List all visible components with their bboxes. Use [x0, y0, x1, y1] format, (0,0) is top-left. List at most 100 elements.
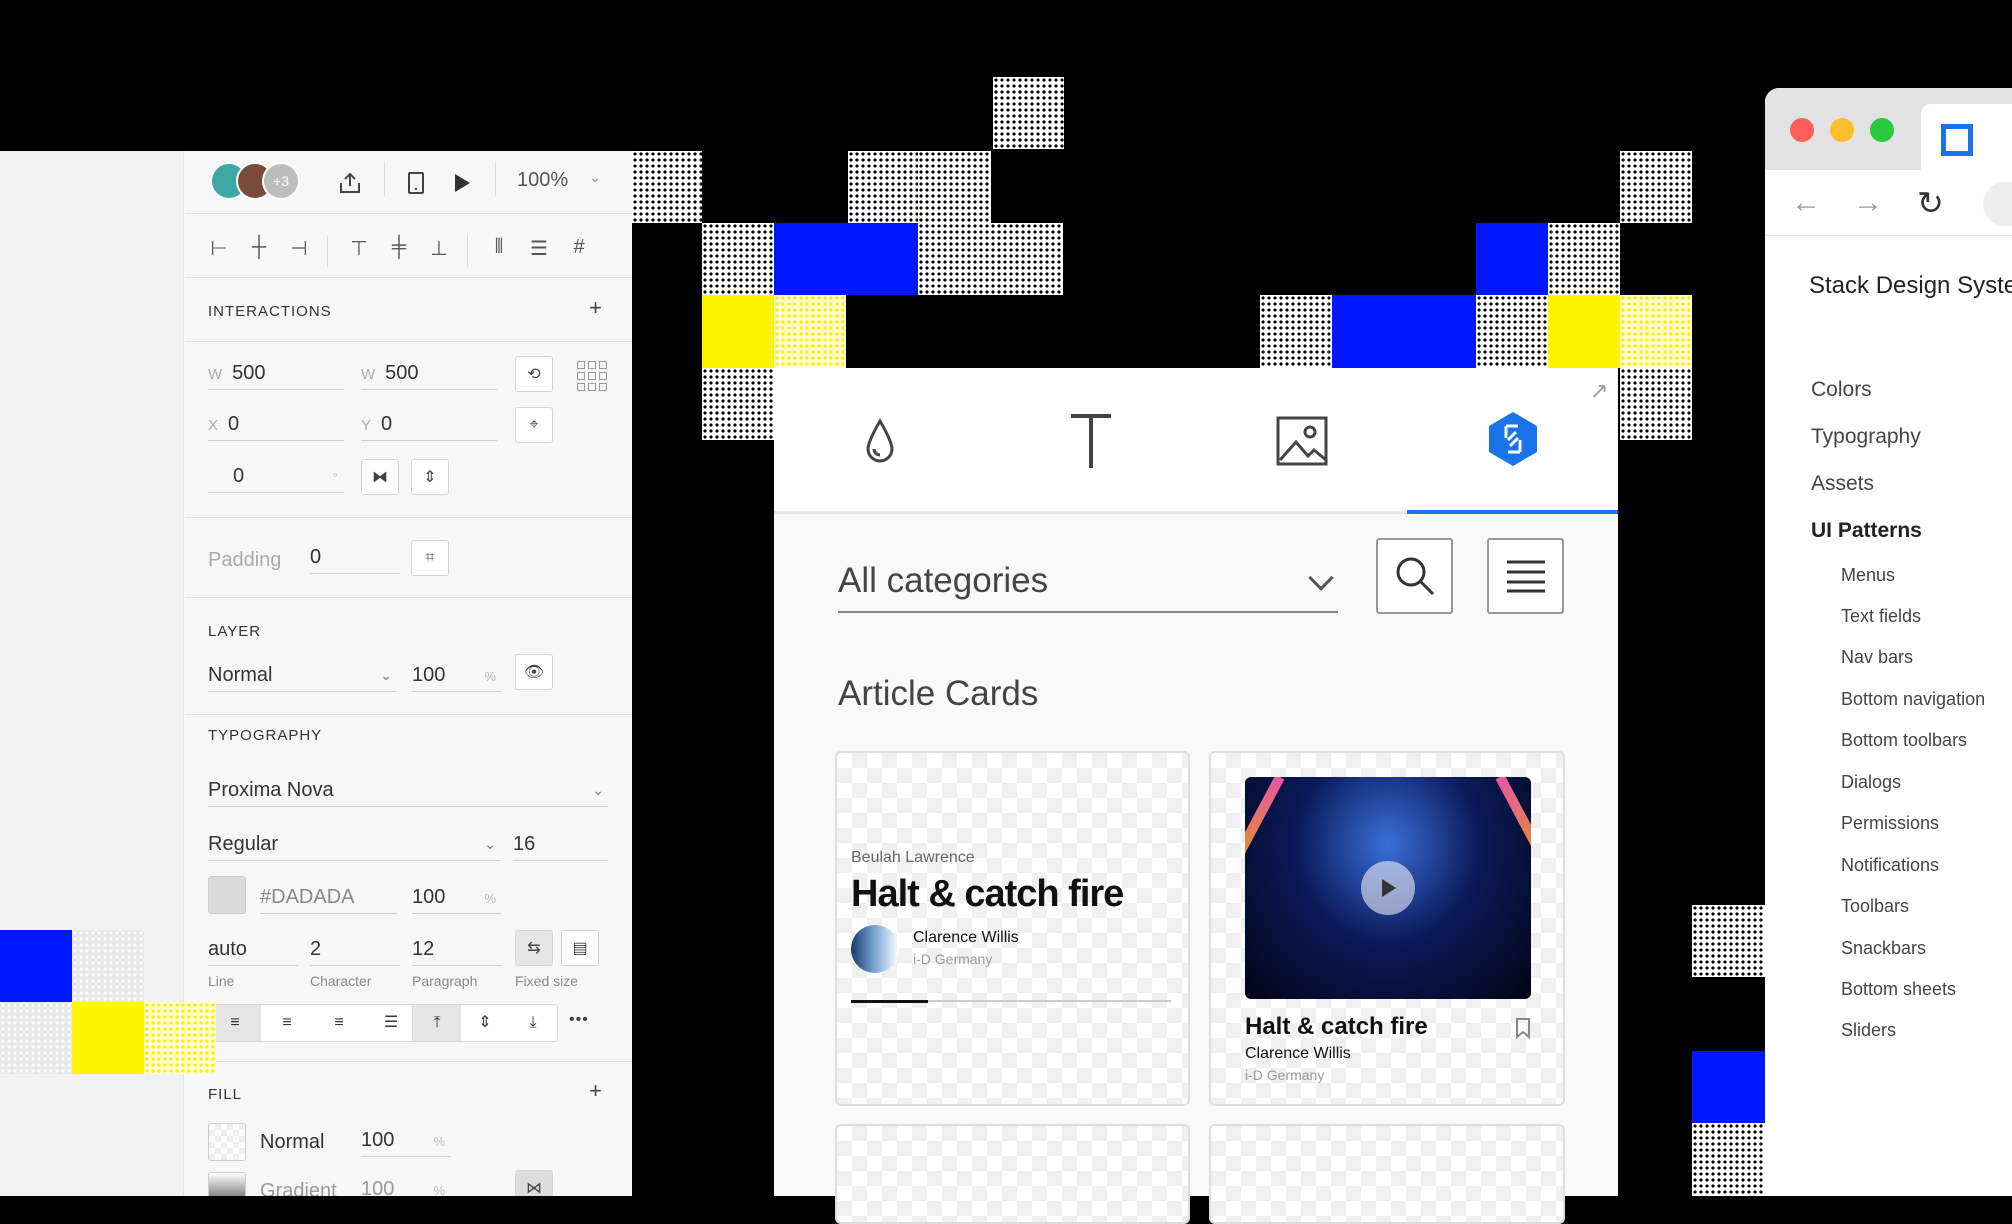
more-options-icon[interactable]: ••• — [569, 1011, 589, 1029]
expand-icon[interactable]: ↗ — [1590, 378, 1608, 404]
layer-opacity-field[interactable]: 100% — [412, 658, 502, 692]
align-top-icon[interactable]: ⊤ — [345, 236, 373, 261]
gradient-swatch[interactable] — [208, 1172, 246, 1196]
article-card-3[interactable] — [835, 1124, 1190, 1224]
article-card-4[interactable] — [1209, 1124, 1565, 1224]
nav-subitem[interactable]: Bottom navigation — [1841, 689, 1985, 710]
section-title: Article Cards — [838, 674, 1039, 713]
nav-item-typography[interactable]: Typography — [1811, 425, 1921, 449]
device-icon[interactable] — [407, 171, 425, 195]
align-right-icon[interactable]: ⊣ — [285, 236, 313, 261]
maximize-window-button[interactable] — [1870, 118, 1894, 142]
align-center-h-icon[interactable]: ┼ — [245, 236, 273, 259]
nav-subitem[interactable]: Notifications — [1841, 855, 1939, 876]
line-height-value: auto — [208, 938, 247, 960]
close-window-button[interactable] — [1790, 118, 1814, 142]
valign-middle-icon[interactable]: ⇕ — [461, 1005, 509, 1041]
nav-subitem[interactable]: Text fields — [1841, 606, 1921, 627]
align-toolbar: ⊢ ┼ ⊣ ⊤ ╪ ⊥ ⫴ ☰ # — [205, 231, 615, 271]
text-opacity-field[interactable]: 100% — [412, 880, 502, 914]
eye-icon[interactable]: 👁 — [515, 654, 553, 690]
chevron-down-icon: ⌄ — [484, 836, 496, 852]
bookmark-icon[interactable] — [1515, 1017, 1531, 1040]
line-height-field[interactable]: auto — [208, 932, 298, 966]
nav-item-colors[interactable]: Colors — [1811, 378, 1872, 402]
minimize-window-button[interactable] — [1830, 118, 1854, 142]
nav-subitem[interactable]: Bottom toolbars — [1841, 730, 1967, 751]
article-card-2[interactable]: Halt & catch fire Clarence Willis i-D Ge… — [1209, 751, 1565, 1106]
y-field[interactable]: Y0 — [361, 407, 497, 441]
back-icon[interactable]: ← — [1791, 186, 1821, 220]
pin-icon[interactable]: ⌖ — [515, 407, 553, 443]
constrain-icon[interactable]: ⟲ — [515, 356, 553, 392]
fixed-size-icon[interactable]: ▤ — [561, 930, 599, 966]
width-field[interactable]: W 500 — [208, 356, 344, 390]
font-size-field[interactable]: 16 — [513, 827, 608, 861]
add-interaction-button[interactable]: + — [589, 295, 602, 321]
align-text-center-icon[interactable]: ≡ — [261, 1005, 313, 1041]
auto-width-icon[interactable]: ⇆ — [515, 930, 553, 966]
nav-subitem[interactable]: Menus — [1841, 565, 1895, 586]
font-family-select[interactable]: Proxima Nova ⌄ — [208, 773, 608, 807]
valign-top-icon[interactable]: ⤒ — [413, 1005, 461, 1041]
resize-grid-icon[interactable] — [577, 361, 607, 391]
category-select[interactable]: All categories — [838, 551, 1338, 613]
rotation-field[interactable]: 0 ° — [208, 459, 344, 493]
address-bar[interactable] — [1983, 182, 2012, 226]
text-color-field[interactable]: #DADADA — [260, 880, 398, 914]
gradient-opacity-field[interactable]: 100% — [361, 1172, 451, 1196]
nav-subitem[interactable]: Permissions — [1841, 813, 1939, 834]
nav-subitem[interactable]: Bottom sheets — [1841, 979, 1956, 1000]
font-weight-select[interactable]: Regular ⌄ — [208, 827, 500, 861]
zoom-select[interactable]: 100% ⌄ — [517, 169, 607, 197]
list-view-button[interactable] — [1487, 538, 1564, 614]
padding-field[interactable]: 0 — [310, 540, 400, 574]
text-color-swatch[interactable] — [208, 876, 246, 914]
distribute-h-icon[interactable]: ⫴ — [485, 236, 513, 259]
nav-subitem[interactable]: Snackbars — [1841, 938, 1926, 959]
nav-item-ui-patterns[interactable]: UI Patterns — [1811, 519, 1922, 543]
flip-vertical-icon[interactable]: ⇕ — [411, 459, 449, 495]
fill-swatch[interactable] — [208, 1123, 246, 1161]
align-text-left-icon[interactable]: ≡ — [209, 1005, 261, 1041]
align-text-justify-icon[interactable]: ☰ — [365, 1005, 417, 1041]
nav-subitem[interactable]: Toolbars — [1841, 896, 1909, 917]
grid-icon[interactable]: # — [565, 236, 593, 259]
play-button[interactable] — [1361, 861, 1415, 915]
nav-subitem[interactable]: Sliders — [1841, 1020, 1896, 1041]
tab-images[interactable] — [1196, 368, 1407, 514]
gradient-options-icon[interactable]: ⋈ — [515, 1170, 553, 1196]
valign-bottom-icon[interactable]: ⤓ — [509, 1005, 557, 1041]
nav-subitem[interactable]: Nav bars — [1841, 647, 1913, 668]
add-fill-button[interactable]: + — [589, 1078, 602, 1104]
search-button[interactable] — [1376, 538, 1453, 614]
tab-components[interactable] — [1407, 368, 1618, 514]
paragraph-spacing-field[interactable]: 12 — [412, 932, 502, 966]
forward-icon[interactable]: → — [1853, 186, 1883, 220]
height-field[interactable]: W 500 — [361, 356, 497, 390]
padding-options-icon[interactable]: ⌗ — [411, 540, 449, 576]
article-card-1[interactable]: Beulah Lawrence Halt & catch fire Claren… — [835, 751, 1190, 1106]
align-text-right-icon[interactable]: ≡ — [313, 1005, 365, 1041]
percent-unit: % — [484, 669, 496, 684]
align-middle-icon[interactable]: ╪ — [385, 236, 413, 259]
reload-icon[interactable]: ↻ — [1917, 184, 1944, 222]
share-icon[interactable] — [337, 171, 363, 195]
flip-horizontal-icon[interactable]: ⧓ — [361, 459, 399, 495]
align-bottom-icon[interactable]: ⊥ — [425, 236, 453, 261]
char-spacing-field[interactable]: 2 — [310, 932, 400, 966]
play-icon[interactable] — [452, 172, 472, 194]
fill-opacity-field[interactable]: 100% — [361, 1123, 451, 1157]
video-thumbnail[interactable] — [1245, 777, 1531, 999]
nav-subitem[interactable]: Dialogs — [1841, 772, 1901, 793]
tab-colors[interactable] — [774, 368, 985, 514]
blend-mode-select[interactable]: Normal ⌄ — [208, 658, 396, 692]
card-progress-fill — [851, 1000, 928, 1003]
align-left-icon[interactable]: ⊢ — [205, 236, 233, 261]
browser-tab[interactable] — [1921, 104, 2012, 170]
distribute-v-icon[interactable]: ☰ — [525, 236, 553, 261]
collaborator-avatars[interactable]: +3 — [210, 162, 302, 202]
x-field[interactable]: X0 — [208, 407, 344, 441]
tab-typography[interactable] — [985, 368, 1196, 514]
nav-item-assets[interactable]: Assets — [1811, 472, 1874, 496]
